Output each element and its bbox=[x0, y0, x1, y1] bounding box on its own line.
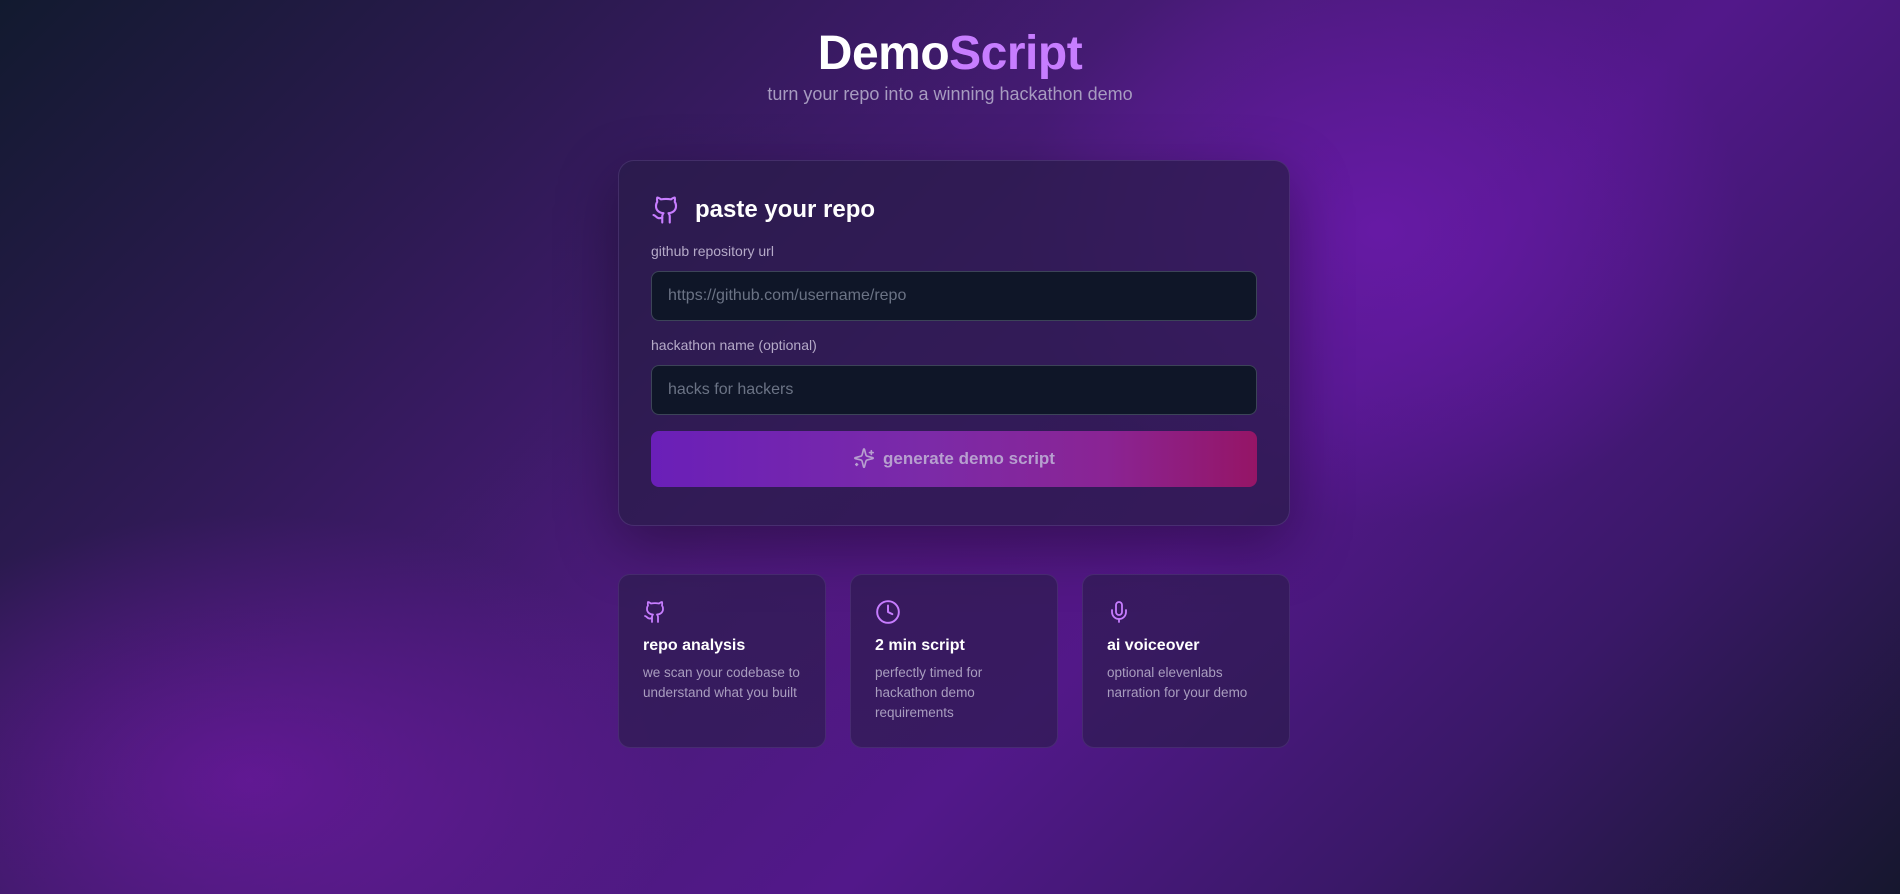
feature-card-2-min-script: 2 min script perfectly timed for hackath… bbox=[850, 574, 1058, 748]
form-header: paste your repo bbox=[651, 193, 1257, 227]
app-title-part-demo: Demo bbox=[817, 27, 950, 80]
repo-url-input[interactable] bbox=[651, 271, 1257, 321]
github-icon bbox=[651, 194, 681, 226]
repo-form-card: paste your repo github repository url ha… bbox=[618, 160, 1290, 526]
feature-title: ai voiceover bbox=[1107, 637, 1200, 654]
feature-card-repo-analysis: repo analysis we scan your codebase to u… bbox=[618, 574, 826, 748]
generate-button-label: generate demo script bbox=[883, 449, 1055, 468]
feature-description: perfectly timed for hackathon demo requi… bbox=[875, 665, 983, 720]
feature-title: repo analysis bbox=[643, 637, 746, 654]
feature-description: we scan your codebase to understand what… bbox=[643, 665, 800, 700]
page-header: DemoScript turn your repo into a winning… bbox=[0, 26, 1900, 106]
sparkles-icon bbox=[853, 448, 875, 470]
hackathon-name-label: hackathon name (optional) bbox=[651, 337, 817, 353]
microphone-icon bbox=[1107, 599, 1131, 625]
feature-card-ai-voiceover: ai voiceover optional elevenlabs narrati… bbox=[1082, 574, 1290, 748]
feature-description: optional elevenlabs narration for your d… bbox=[1107, 665, 1248, 700]
hackathon-name-input[interactable] bbox=[651, 365, 1257, 415]
features-row: repo analysis we scan your codebase to u… bbox=[618, 574, 1290, 748]
generate-demo-script-button[interactable]: generate demo script bbox=[651, 431, 1257, 487]
repo-url-label: github repository url bbox=[651, 243, 774, 259]
clock-icon bbox=[875, 599, 900, 625]
app-title-part-script: Script bbox=[949, 27, 1083, 80]
app-title: DemoScript bbox=[0, 26, 1900, 82]
feature-title: 2 min script bbox=[875, 637, 965, 654]
form-title: paste your repo bbox=[695, 196, 876, 223]
app-subtitle: turn your repo into a winning hackathon … bbox=[767, 84, 1133, 104]
github-icon bbox=[643, 599, 667, 625]
